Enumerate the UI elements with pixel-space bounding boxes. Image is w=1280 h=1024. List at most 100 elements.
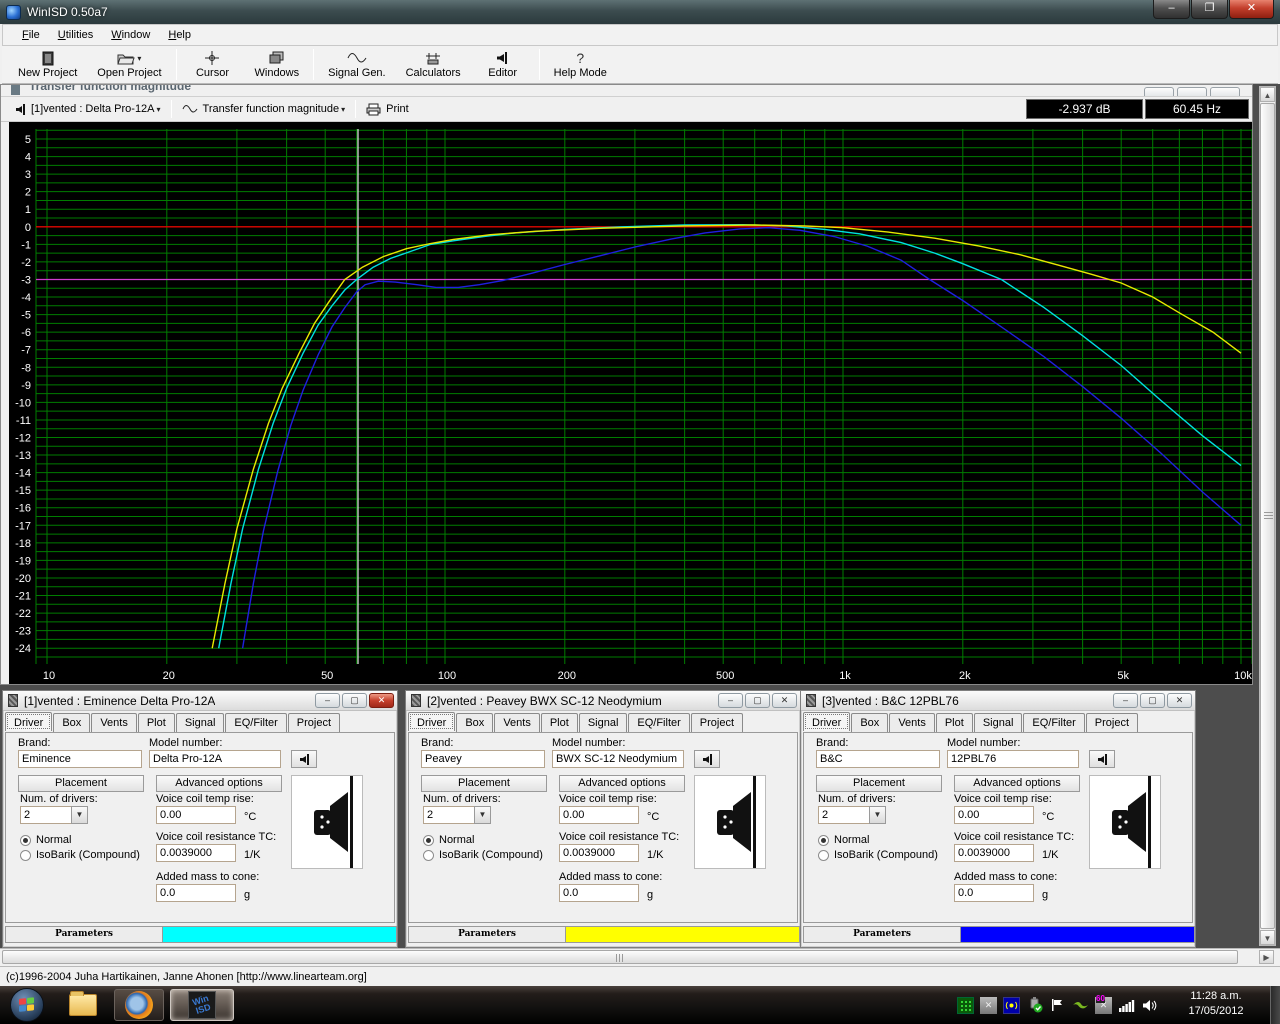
scroll-up-arrow-icon[interactable]: ▲ [1260,87,1275,102]
gray-app-tray-icon[interactable]: ✕ [980,997,997,1014]
child-restore-button[interactable] [1177,87,1207,97]
driver-minimize-button[interactable]: – [718,693,743,708]
menu-utilities[interactable]: Utilities [49,26,102,44]
driver-close-button[interactable]: ✕ [369,693,394,708]
model-number-field[interactable] [149,750,281,768]
parameters-button[interactable]: Parameters [5,926,163,943]
restore-button[interactable]: ❐ [1191,0,1228,19]
taskbar-firefox-button[interactable] [114,989,164,1021]
new-project-button[interactable]: New Project [8,46,87,83]
num-drivers-field[interactable] [423,806,475,824]
resistance-tc-field[interactable] [156,844,236,862]
tab-project[interactable]: Project [1086,713,1138,732]
tab-signal[interactable]: Signal [579,713,628,732]
horizontal-scroll-thumb[interactable] [2,950,1238,964]
menu-help[interactable]: Help [159,26,200,44]
tab-signal[interactable]: Signal [176,713,225,732]
help-mode-button[interactable]: ? Help Mode [544,46,617,83]
driver-minimize-button[interactable]: – [1113,693,1138,708]
driver-close-button[interactable]: ✕ [772,693,797,708]
menu-file[interactable]: File [13,26,49,44]
close-button[interactable]: ✕ [1229,0,1274,19]
resistance-tc-field[interactable] [559,844,639,862]
advanced-options-button[interactable]: Advanced options [156,775,282,792]
tab-project[interactable]: Project [691,713,743,732]
tab-vents[interactable]: Vents [494,713,540,732]
num-drivers-dropdown-arrow[interactable]: ▼ [71,806,88,824]
isobarik-radio[interactable]: IsoBarik (Compound) [818,849,938,861]
placement-button[interactable]: Placement [816,775,942,792]
tab-vents[interactable]: Vents [91,713,137,732]
num-drivers-dropdown-arrow[interactable]: ▼ [869,806,886,824]
driver-restore-button[interactable]: ▢ [1140,693,1165,708]
wireless-tray-icon[interactable] [1003,997,1020,1014]
driver-restore-button[interactable]: ▢ [745,693,770,708]
app-60-tray-icon[interactable]: ✕ 60 [1095,997,1112,1014]
model-number-field[interactable] [947,750,1079,768]
tab-eq-filter[interactable]: EQ/Filter [225,713,286,732]
start-button[interactable] [10,988,44,1022]
advanced-options-button[interactable]: Advanced options [954,775,1080,792]
placement-button[interactable]: Placement [18,775,144,792]
parameters-button[interactable]: Parameters [408,926,566,943]
network-signal-tray-icon[interactable] [1118,997,1135,1014]
tab-driver[interactable]: Driver [408,712,455,731]
driver-editor-button[interactable] [291,750,317,768]
taskbar-explorer-button[interactable] [58,989,108,1021]
vertical-scroll-thumb[interactable] [1260,103,1275,929]
mdi-horizontal-scrollbar[interactable]: ▶ [0,948,1280,966]
tab-vents[interactable]: Vents [889,713,935,732]
placement-button[interactable]: Placement [421,775,547,792]
tab-eq-filter[interactable]: EQ/Filter [628,713,689,732]
child-close-button[interactable] [1210,87,1240,97]
brand-field[interactable] [421,750,545,768]
graph-type-dropdown[interactable]: Transfer function magnitude ▾ [176,99,352,119]
normal-radio[interactable]: Normal [423,834,474,846]
tab-plot[interactable]: Plot [936,713,973,732]
signal-gen-button[interactable]: Signal Gen. [318,46,395,83]
driver-selector-dropdown[interactable]: [1]vented : Delta Pro-12A ▾ [9,99,167,119]
show-desktop-button[interactable] [1270,986,1280,1024]
added-mass-field[interactable] [954,884,1034,902]
plot-canvas[interactable]: 543210-1-2-3-4-5-6-7-8-9-10-11-12-13-14-… [9,122,1252,684]
scroll-right-arrow-icon[interactable]: ▶ [1259,950,1274,964]
temp-rise-field[interactable] [954,806,1034,824]
added-mass-field[interactable] [559,884,639,902]
driver-editor-button[interactable] [1089,750,1115,768]
temp-rise-field[interactable] [156,806,236,824]
resistance-tc-field[interactable] [954,844,1034,862]
temp-rise-field[interactable] [559,806,639,824]
parameters-button[interactable]: Parameters [803,926,961,943]
advanced-options-button[interactable]: Advanced options [559,775,685,792]
calculators-button[interactable]: Calculators [396,46,471,83]
tab-eq-filter[interactable]: EQ/Filter [1023,713,1084,732]
tab-plot[interactable]: Plot [138,713,175,732]
driver-editor-button[interactable] [694,750,720,768]
normal-radio[interactable]: Normal [20,834,71,846]
driver-restore-button[interactable]: ▢ [342,693,367,708]
minimize-button[interactable]: – [1153,0,1190,19]
usb-safely-remove-tray-icon[interactable] [1026,997,1043,1014]
num-drivers-field[interactable] [818,806,870,824]
child-minimize-button[interactable] [1144,87,1174,97]
scroll-down-arrow-icon[interactable]: ▼ [1260,930,1275,945]
windows-button[interactable]: Windows [245,46,310,83]
driver-minimize-button[interactable]: – [315,693,340,708]
brand-field[interactable] [816,750,940,768]
tab-driver[interactable]: Driver [5,712,52,731]
tab-box[interactable]: Box [851,713,888,732]
model-number-field[interactable] [552,750,684,768]
brand-field[interactable] [18,750,142,768]
tab-box[interactable]: Box [53,713,90,732]
added-mass-field[interactable] [156,884,236,902]
taskbar-clock[interactable]: 11:28 a.m. 17/05/2012 [1166,989,1266,1019]
editor-button[interactable]: Editor [471,46,535,83]
tab-driver[interactable]: Driver [803,712,850,731]
volume-tray-icon[interactable] [1141,997,1158,1014]
isobarik-radio[interactable]: IsoBarik (Compound) [20,849,140,861]
num-drivers-dropdown-arrow[interactable]: ▼ [474,806,491,824]
num-drivers-field[interactable] [20,806,72,824]
tab-box[interactable]: Box [456,713,493,732]
green-grid-tray-icon[interactable] [957,997,974,1014]
print-button[interactable]: Print [360,99,415,119]
